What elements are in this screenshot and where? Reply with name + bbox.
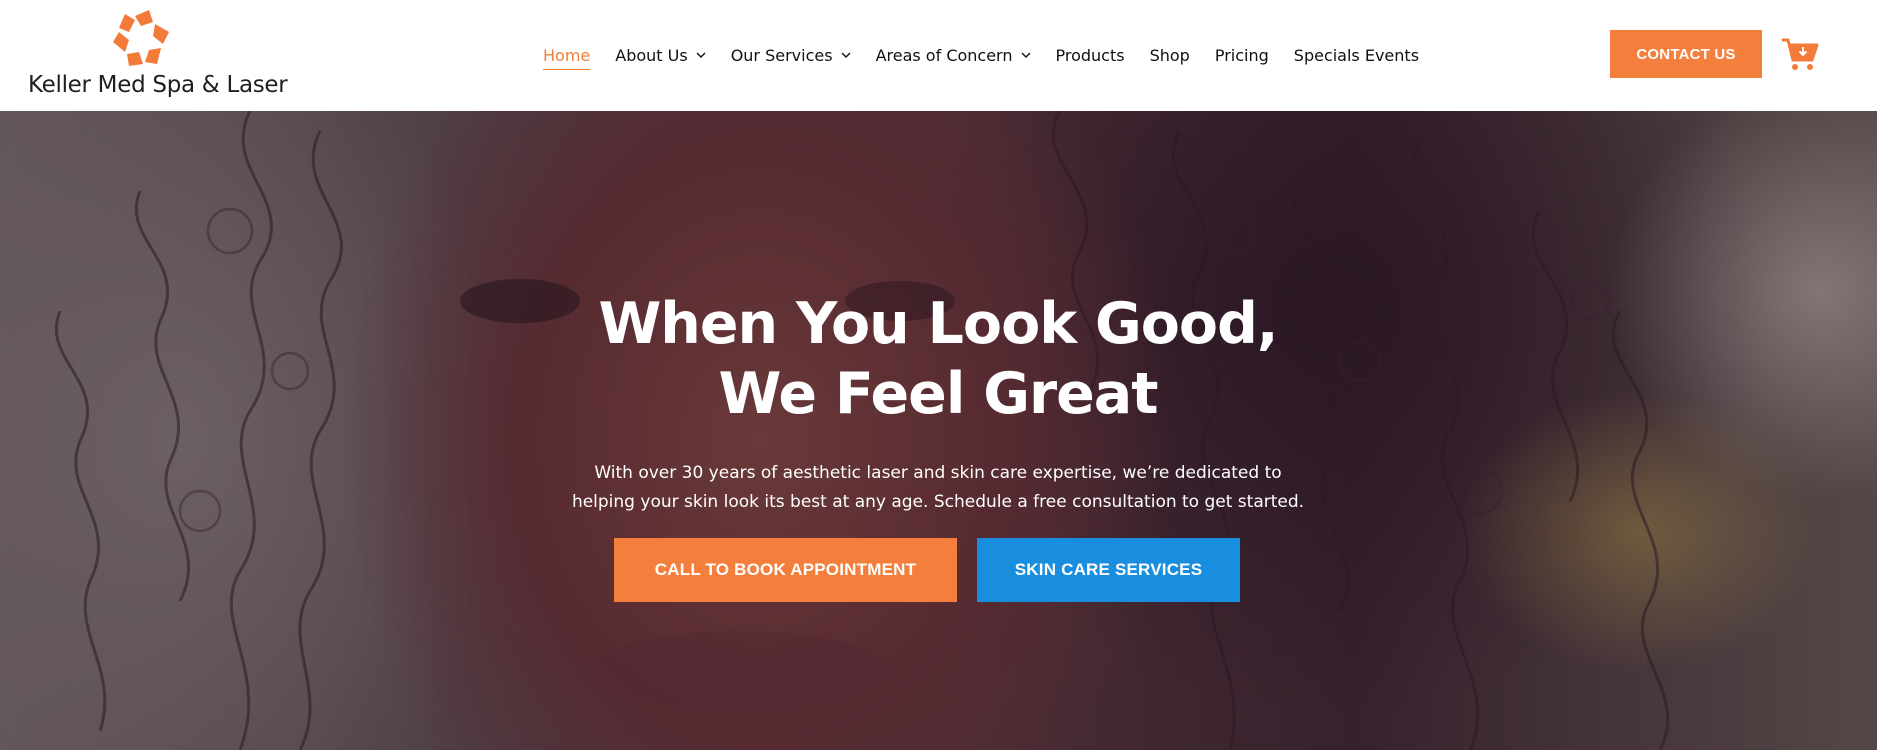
- nav-item-areas-of-concern[interactable]: Areas of Concern: [876, 40, 1031, 70]
- nav-item-home[interactable]: Home: [543, 40, 591, 70]
- nav-item-label: Shop: [1149, 45, 1190, 65]
- nav-item-label: Products: [1055, 45, 1125, 65]
- chevron-down-icon: [841, 52, 851, 58]
- contact-us-button[interactable]: CONTACT US: [1610, 30, 1762, 78]
- hero-subtitle-line: helping your skin look its best at any a…: [571, 492, 1305, 512]
- nav-item-shop[interactable]: Shop: [1150, 40, 1190, 70]
- cart-download-icon[interactable]: [1780, 34, 1820, 74]
- nav-item-label: Our Services: [730, 45, 833, 65]
- main-nav: Home About Us Our Services Areas of Conc…: [543, 40, 1444, 70]
- skin-care-services-button[interactable]: SKIN CARE SERVICES: [977, 538, 1240, 602]
- hero-title: When You Look Good, We Feel Great: [438, 289, 1438, 429]
- brand-logo-link[interactable]: Keller Med Spa & Laser: [28, 8, 288, 100]
- nav-item-label: About Us: [615, 45, 688, 65]
- hero-title-line: When You Look Good,: [598, 291, 1278, 357]
- hero-section: When You Look Good, We Feel Great With o…: [0, 111, 1877, 750]
- nav-item-pricing[interactable]: Pricing: [1215, 40, 1269, 70]
- hero-subtitle: With over 30 years of aesthetic laser an…: [528, 459, 1348, 517]
- pinwheel-logo-icon: [113, 10, 169, 66]
- nav-item-our-services[interactable]: Our Services: [731, 40, 851, 70]
- nav-item-label: Pricing: [1214, 45, 1269, 65]
- chevron-down-icon: [1021, 52, 1030, 58]
- nav-item-about-us[interactable]: About Us: [615, 40, 706, 70]
- nav-item-products[interactable]: Products: [1056, 40, 1125, 70]
- nav-item-label: Areas of Concern: [875, 45, 1013, 65]
- nav-item-label: Home: [543, 45, 591, 65]
- site-header: Keller Med Spa & Laser Home About Us Our…: [0, 0, 1877, 111]
- hero-subtitle-line: With over 30 years of aesthetic laser an…: [594, 463, 1282, 483]
- chevron-down-icon: [696, 52, 706, 58]
- nav-item-label: Specials Events: [1293, 45, 1420, 65]
- brand-name: Keller Med Spa & Laser: [28, 72, 288, 98]
- nav-item-specials-events[interactable]: Specials Events: [1294, 40, 1419, 70]
- hero-title-line: We Feel Great: [718, 361, 1159, 427]
- hero-overlay: [0, 111, 1877, 750]
- book-appointment-button[interactable]: CALL TO BOOK APPOINTMENT: [614, 538, 957, 602]
